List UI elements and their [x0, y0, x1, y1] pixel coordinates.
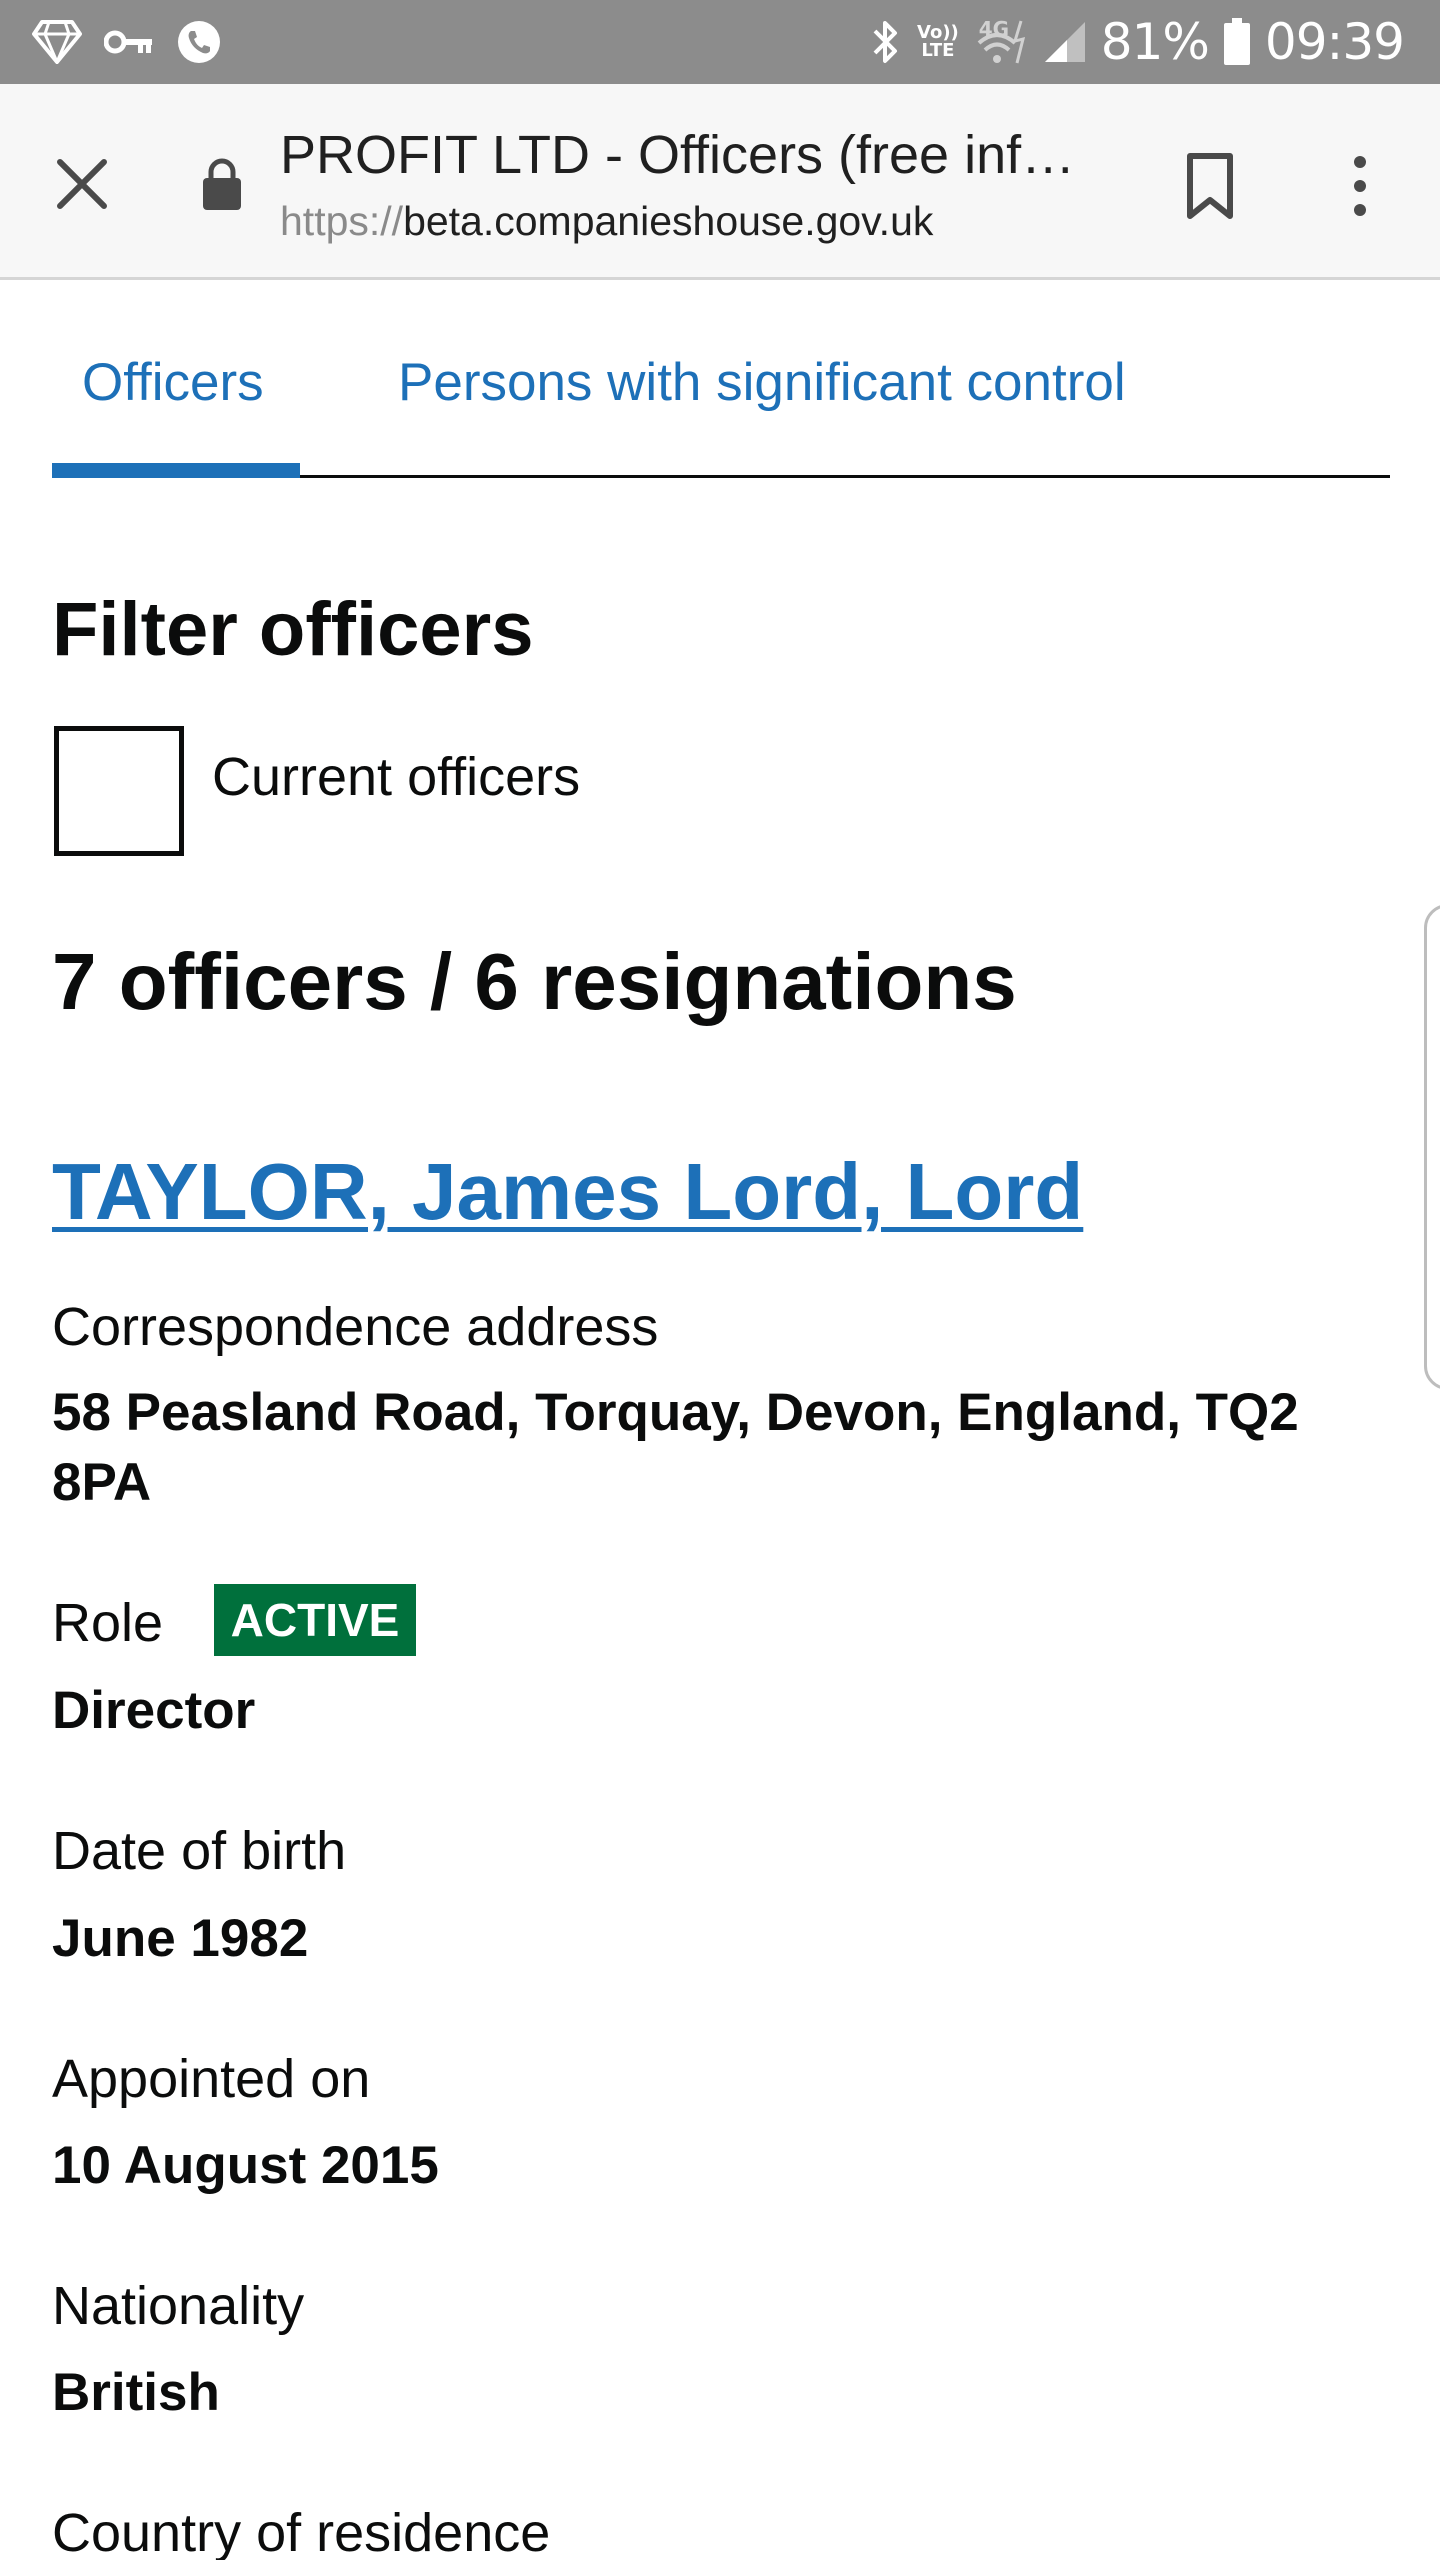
volte-bottom: LTE: [921, 40, 955, 61]
officer-name-link[interactable]: TAYLOR, James Lord, Lord: [52, 1146, 1083, 1238]
dob-label: Date of birth: [52, 1821, 347, 1881]
current-officers-checkbox[interactable]: [54, 726, 184, 856]
diamond-icon: [32, 20, 82, 64]
clock: 09:39: [1264, 13, 1405, 71]
address-label: Correspondence address: [52, 1297, 659, 1357]
url-host: beta.companieshouse.gov.uk: [403, 198, 934, 244]
nationality-label: Nationality: [52, 2276, 305, 2336]
url-bar[interactable]: https://beta.companieshouse.gov.uk: [280, 198, 933, 245]
page-title: PROFIT LTD - Officers (free info…: [280, 125, 1100, 185]
status-badge: ACTIVE: [214, 1584, 416, 1656]
battery-icon: [1223, 18, 1250, 65]
residence-label: Country of residence: [52, 2503, 551, 2560]
more-options-icon[interactable]: [1330, 150, 1390, 222]
filter-heading: Filter officers: [52, 587, 534, 672]
system-icons: Vo)) LTE 4G 81% 09:39: [867, 12, 1405, 72]
wifi-icon: 4G: [973, 17, 1029, 67]
close-icon[interactable]: [50, 152, 114, 216]
url-scheme: https://: [280, 198, 404, 244]
scroll-handle[interactable]: [1424, 904, 1440, 1390]
volte-icon: Vo)) LTE: [917, 24, 959, 60]
bookmark-icon[interactable]: [1180, 150, 1240, 222]
appointed-value: 10 August 2015: [52, 2136, 439, 2195]
active-tab-indicator: [52, 463, 300, 478]
officers-summary: 7 officers / 6 resignations: [52, 937, 1017, 1026]
browser-toolbar: PROFIT LTD - Officers (free info… https:…: [0, 84, 1440, 280]
dob-value: June 1982: [52, 1909, 309, 1968]
tab-officers[interactable]: Officers: [82, 352, 264, 413]
role-label: Role: [52, 1593, 164, 1653]
key-icon: [104, 30, 152, 54]
signal-icon: [1044, 22, 1085, 62]
bluetooth-icon: [873, 21, 897, 63]
current-officers-label[interactable]: Current officers: [212, 746, 580, 808]
lock-icon: [203, 158, 241, 210]
role-value: Director: [52, 1681, 256, 1740]
notification-icons: [32, 16, 222, 68]
appointed-label: Appointed on: [52, 2049, 371, 2109]
status-bar: Vo)) LTE 4G 81% 09:39: [0, 0, 1440, 84]
tab-bar: Officers Persons with significant contro…: [52, 330, 1390, 478]
battery-percent: 81%: [1100, 13, 1210, 71]
phone-icon: [178, 21, 220, 63]
nationality-value: British: [52, 2363, 220, 2422]
tab-persons-with-significant-control[interactable]: Persons with significant control: [398, 352, 1126, 413]
address-value: 58 Peasland Road, Torquay, Devon, Englan…: [52, 1383, 1299, 1512]
